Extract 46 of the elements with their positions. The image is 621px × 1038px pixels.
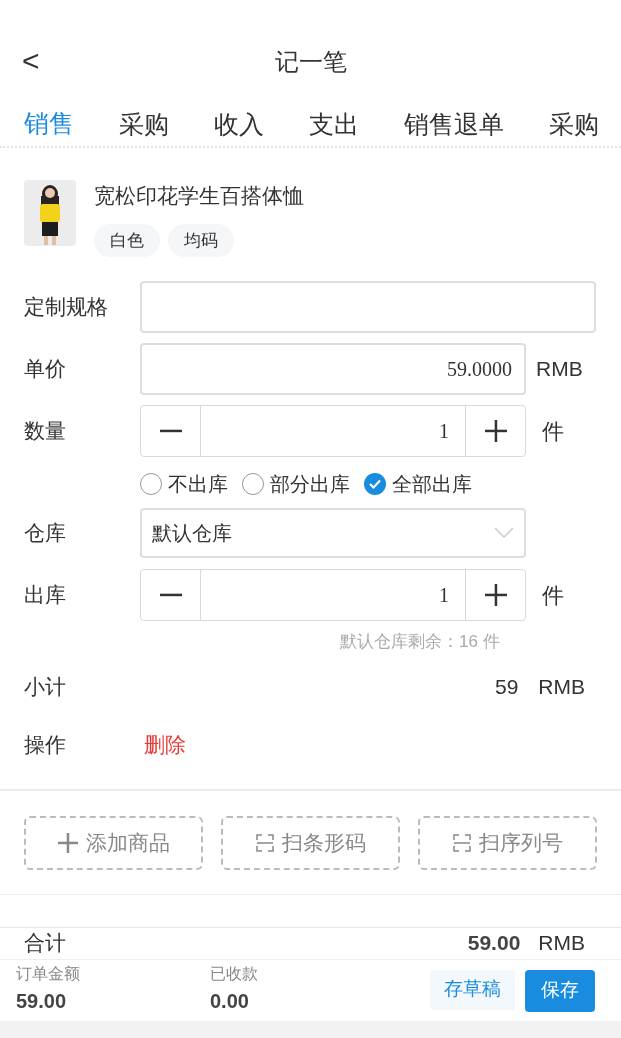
tag: 均码 xyxy=(168,223,234,257)
field-label: 仓库 xyxy=(24,520,67,547)
order-amount-value: 59.00 xyxy=(16,988,68,1014)
stock-remaining: 默认仓库剩余：16 件 xyxy=(340,632,500,651)
input-field[interactable] xyxy=(140,281,596,333)
total-label: 合计 xyxy=(24,930,66,957)
field-label: 定制规格 xyxy=(24,294,109,321)
subtotal-value: 59 xyxy=(494,673,519,700)
unit-label: 件 xyxy=(542,581,564,610)
chevron-down-icon xyxy=(494,527,514,539)
delete-link[interactable]: 删除 xyxy=(144,728,186,761)
unit-label: RMB xyxy=(536,356,583,383)
warehouse-select[interactable]: 默认仓库 xyxy=(140,508,526,558)
tab[interactable]: 采购 xyxy=(549,100,599,146)
radio-option[interactable]: 全部出库 xyxy=(364,469,472,499)
field-label: 小计 xyxy=(24,673,67,700)
tab[interactable]: 支出 xyxy=(309,100,359,146)
order-amount-label: 订单金额 xyxy=(16,963,81,984)
scan-button[interactable]: 扫条形码 xyxy=(221,815,400,870)
tag: 白色 xyxy=(94,223,160,257)
page-title: 记一笔 xyxy=(274,47,347,77)
product-name: 宽松印花学生百搭体恤 xyxy=(94,183,304,209)
save-button[interactable]: 保存 xyxy=(525,969,595,1012)
field-label: 数量 xyxy=(24,418,67,445)
plus-icon xyxy=(57,832,78,853)
scan-button[interactable]: 扫序列号 xyxy=(418,815,597,870)
field-label: 操作 xyxy=(24,731,67,758)
field-label: 出库 xyxy=(24,582,67,609)
tab[interactable]: 收入 xyxy=(214,100,264,146)
unit-label: 件 xyxy=(542,417,564,446)
back-icon[interactable]: < xyxy=(22,46,40,76)
price-field[interactable]: 59.0000 xyxy=(140,343,526,395)
tab[interactable]: 销售退单 xyxy=(404,100,504,146)
add-product-button[interactable]: 添加商品 xyxy=(24,815,203,870)
radio-option[interactable]: 部分出库 xyxy=(242,469,350,499)
scan-icon xyxy=(452,833,471,852)
unit-label: RMB xyxy=(538,930,585,957)
received-label: 已收款 xyxy=(210,963,259,984)
unit-label: RMB xyxy=(538,673,585,700)
tab[interactable]: 采购 xyxy=(119,100,169,146)
scan-icon xyxy=(255,833,274,852)
field-label: 单价 xyxy=(24,356,67,383)
received-value: 0.00 xyxy=(210,988,250,1014)
radio-option[interactable]: 不出库 xyxy=(140,469,228,499)
tab[interactable]: 销售 xyxy=(24,100,74,146)
total-value: 59.00 xyxy=(467,930,521,957)
